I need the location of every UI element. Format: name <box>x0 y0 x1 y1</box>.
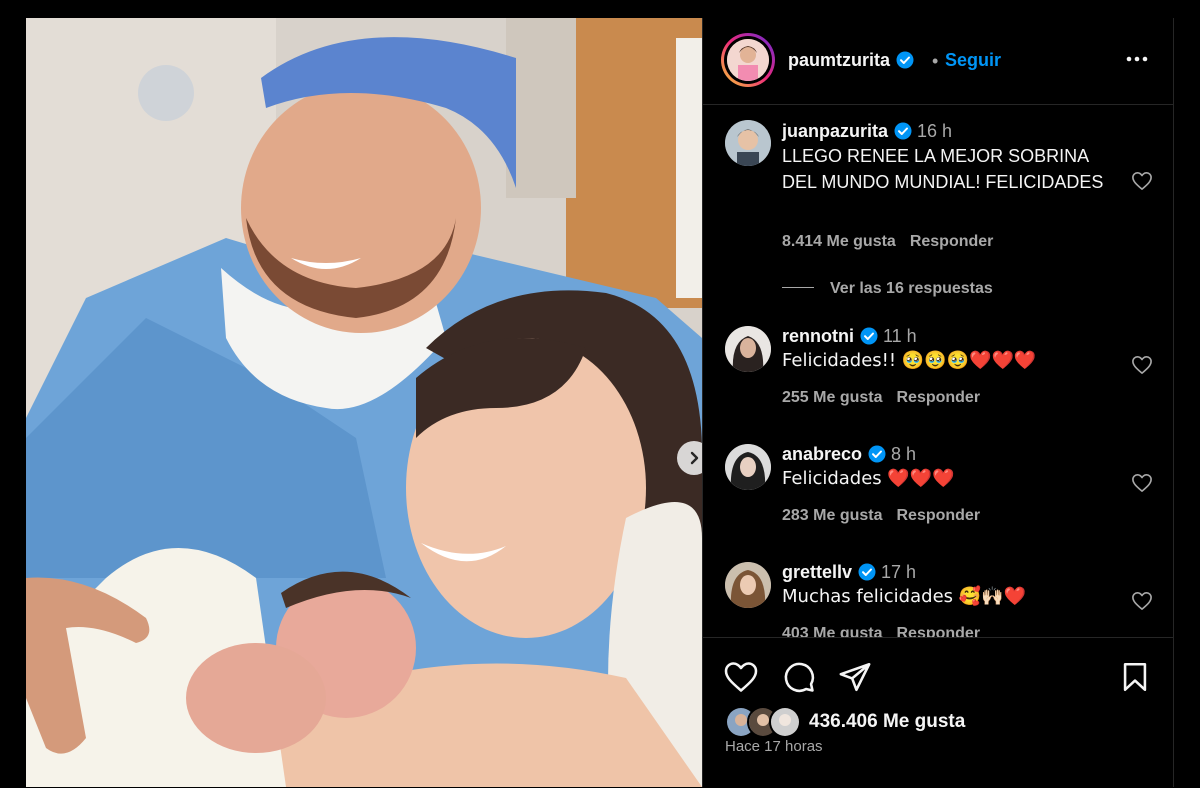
commenter-avatar[interactable] <box>725 120 771 166</box>
post-side-panel: paumtzurita • Seguir juanpazurita 16 h LL… <box>702 18 1174 787</box>
post-actions: 436.406 Me gusta Hace 17 horas <box>703 637 1173 788</box>
like-comment-button[interactable] <box>1131 591 1153 611</box>
view-replies-button[interactable]: Ver las 16 respuestas <box>782 280 993 298</box>
comment-likes[interactable]: 403 Me gusta <box>782 625 882 637</box>
bookmark-icon <box>1123 662 1147 692</box>
comment-time[interactable]: 8 h <box>891 444 916 464</box>
comment-time[interactable]: 16 h <box>917 121 952 141</box>
author-username[interactable]: paumtzurita <box>788 50 914 71</box>
comment-likes[interactable]: 283 Me gusta <box>782 507 882 524</box>
heart-icon <box>1132 356 1152 374</box>
send-icon <box>839 662 871 692</box>
comment-meta: 283 Me gusta Responder <box>782 507 980 525</box>
comment-meta: 8.414 Me gusta Responder <box>782 233 993 251</box>
like-comment-button[interactable] <box>1131 473 1153 493</box>
author-avatar[interactable] <box>721 33 775 87</box>
commenter-avatar[interactable] <box>725 444 771 490</box>
comment-meta: 255 Me gusta Responder <box>782 389 980 407</box>
post-timestamp[interactable]: Hace 17 horas <box>725 738 823 755</box>
like-comment-button[interactable] <box>1131 171 1153 191</box>
commenter-avatar[interactable] <box>725 326 771 372</box>
save-button[interactable] <box>1117 660 1153 694</box>
reply-button[interactable]: Responder <box>910 233 994 250</box>
comments-list[interactable]: juanpazurita 16 h LLEGO RENEE LA MEJOR SO… <box>703 105 1173 637</box>
heart-icon <box>1132 172 1152 190</box>
comment-text: Felicidades!! 🥹🥹🥹❤️❤️❤️ <box>782 350 1037 371</box>
more-options-icon <box>1126 56 1148 62</box>
post-header: paumtzurita • Seguir <box>703 18 1173 105</box>
header-separator: • <box>932 51 939 71</box>
commenter-username[interactable]: rennotni <box>782 326 854 346</box>
heart-icon <box>1132 592 1152 610</box>
heart-icon <box>724 662 758 692</box>
share-button[interactable] <box>837 660 873 694</box>
verified-badge-icon <box>860 327 878 345</box>
comment-time[interactable]: 11 h <box>883 326 917 346</box>
commenter-username[interactable]: grettellv <box>782 562 852 582</box>
commenter-avatar[interactable] <box>725 562 771 608</box>
follow-button[interactable]: Seguir <box>945 50 1001 71</box>
comment-bubble-icon <box>784 662 815 693</box>
like-button[interactable] <box>723 660 759 694</box>
commenter-username[interactable]: juanpazurita <box>782 121 888 141</box>
verified-badge-icon <box>896 51 914 69</box>
more-options-button[interactable] <box>1123 48 1151 70</box>
comment-text: Muchas felicidades 🥰🙌🏻❤️ <box>782 586 1026 607</box>
verified-badge-icon <box>858 563 876 581</box>
reply-button[interactable]: Responder <box>896 625 980 637</box>
comment-likes[interactable]: 8.414 Me gusta <box>782 233 896 250</box>
chevron-right-icon <box>690 451 699 465</box>
verified-badge-icon <box>894 122 912 140</box>
photo-illustration <box>26 18 702 787</box>
comment-text: Felicidades ❤️❤️❤️ <box>782 468 955 489</box>
heart-icon <box>1132 474 1152 492</box>
like-comment-button[interactable] <box>1131 355 1153 375</box>
comment-time[interactable]: 17 h <box>881 562 916 582</box>
reply-button[interactable]: Responder <box>896 507 980 524</box>
post-photo[interactable] <box>26 18 702 787</box>
comment-text: LLEGO RENEE LA MEJOR SOBRINA DEL MUNDO M… <box>782 146 1104 192</box>
comment-likes[interactable]: 255 Me gusta <box>782 389 882 406</box>
verified-badge-icon <box>868 445 886 463</box>
post-likes-count[interactable]: 436.406 Me gusta <box>809 711 965 733</box>
comment-meta: 403 Me gusta Responder <box>782 625 980 637</box>
reply-button[interactable]: Responder <box>896 389 980 406</box>
likes-summary[interactable]: 436.406 Me gusta <box>725 706 965 738</box>
liker-avatar <box>769 706 801 738</box>
comment-button[interactable] <box>781 660 817 694</box>
commenter-username[interactable]: anabreco <box>782 444 862 464</box>
